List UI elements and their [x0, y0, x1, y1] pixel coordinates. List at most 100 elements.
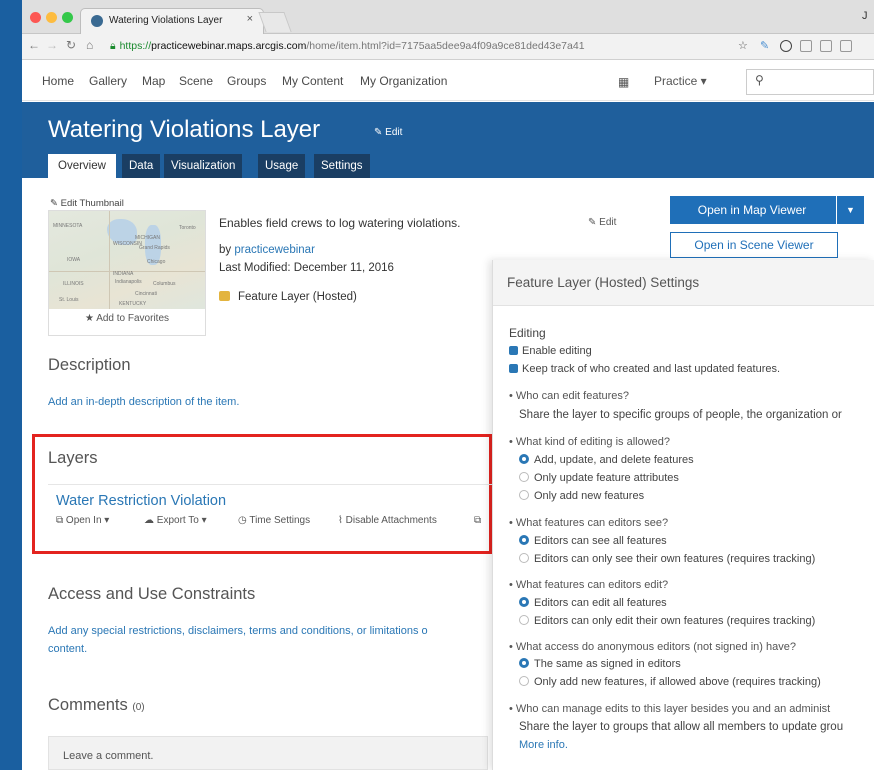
comment-input[interactable]: Leave a comment. [48, 736, 488, 770]
enable-editing-checkbox[interactable]: Enable editing [509, 345, 592, 357]
star-icon: ★ [84, 313, 97, 324]
who-can-edit-question: • Who can edit features? [509, 390, 630, 402]
editors-see-question: • What features can editors see? [509, 517, 669, 529]
radio-label: Editors can only see their own features … [534, 553, 816, 565]
item-banner: Watering Violations Layer ✎ Edit Overvie… [22, 102, 874, 178]
reload-icon[interactable]: ↻ [66, 38, 76, 52]
settings-panel-title: Feature Layer (Hosted) Settings [507, 275, 700, 290]
pencil-icon: ✎ [50, 198, 61, 209]
grid-icon[interactable]: ▦ [618, 75, 629, 89]
minimize-window-icon[interactable] [46, 12, 57, 23]
anonymous-access-question: • What access do anonymous editors (not … [509, 641, 796, 653]
tab-data[interactable]: Data [122, 154, 161, 178]
item-summary: Enables field crews to log watering viol… [219, 216, 461, 230]
manage-edits-question: • Who can manage edits to this layer bes… [509, 703, 831, 715]
nav-gallery[interactable]: Gallery [89, 74, 127, 88]
radio-unselected-icon [519, 553, 529, 563]
editing-heading: Editing [509, 326, 546, 340]
keep-track-checkbox[interactable]: Keep track of who created and last updat… [509, 363, 780, 375]
radio-selected-icon [519, 658, 529, 668]
export-to-menu[interactable]: ☁ Export To ▾ [144, 515, 207, 526]
map-label: Indianapolis [115, 279, 142, 285]
add-constraints-link-end[interactable]: content. [48, 643, 87, 655]
editing-kind-question: • What kind of editing is allowed? [509, 436, 670, 448]
address-bar-row: ← → ↻ ⌂ 🔒︎ https://practicewebinar.maps.a… [22, 34, 874, 60]
tab-visualization[interactable]: Visualization [164, 154, 243, 178]
url-field[interactable]: 🔒︎ https://practicewebinar.maps.arcgis.co… [110, 37, 750, 56]
open-external-icon: ⧉ [56, 515, 66, 526]
radio-edit-all[interactable]: Editors can edit all features [519, 597, 667, 609]
back-arrow-icon[interactable]: ← [28, 38, 40, 52]
comments-title: Comments [48, 696, 128, 714]
nav-scene[interactable]: Scene [179, 74, 213, 88]
disable-attachments-link[interactable]: ⌇ Disable Attachments [338, 515, 437, 526]
favicon-icon [91, 15, 103, 27]
search-icon: ⚲ [755, 73, 764, 87]
account-menu[interactable]: Practice ▾ [654, 74, 707, 88]
radio-see-own[interactable]: Editors can only see their own features … [519, 553, 815, 565]
search-input[interactable]: ⚲ [746, 69, 874, 95]
nav-home[interactable]: Home [42, 74, 74, 88]
browser-window: Watering Violations Layer × J ← → ↻ ⌂ 🔒︎… [22, 0, 874, 770]
checkbox-checked-icon [509, 346, 518, 355]
tab-close-icon[interactable]: × [247, 13, 253, 25]
add-to-favorites-button[interactable]: ★ Add to Favorites [49, 313, 205, 324]
radio-selected-icon [519, 597, 529, 607]
add-description-link[interactable]: Add an in-depth description of the item. [48, 396, 239, 408]
open-in-menu[interactable]: ⧉ Open In ▾ [56, 515, 109, 526]
pencil-icon: ✎ [588, 217, 600, 228]
more-info-link[interactable]: More info. [519, 739, 568, 751]
tab-usage[interactable]: Usage [258, 154, 306, 178]
radio-unselected-icon [519, 615, 529, 625]
map-label: MINNESOTA [53, 223, 83, 229]
edit-thumbnail-label: Edit Thumbnail [60, 198, 124, 209]
nav-map[interactable]: Map [142, 74, 165, 88]
open-in-scene-viewer-button[interactable]: Open in Scene Viewer [670, 232, 838, 258]
zoom-window-icon[interactable] [62, 12, 73, 23]
close-window-icon[interactable] [30, 12, 41, 23]
browser-tab[interactable]: Watering Violations Layer × [80, 8, 264, 34]
radio-anon-add-only[interactable]: Only add new features, if allowed above … [519, 676, 821, 688]
summary-edit-link[interactable]: ✎ Edit [588, 217, 616, 228]
radio-add-only[interactable]: Only add new features [519, 490, 644, 502]
time-settings-link[interactable]: ◷ Time Settings [238, 515, 310, 526]
extension-circle-icon[interactable] [780, 40, 792, 52]
bookmark-star-icon[interactable]: ☆ [738, 39, 748, 52]
radio-label: Add, update, and delete features [534, 454, 694, 466]
url-path: /home/item.html?id=7175aa5dee9a4f09a9ce8… [306, 40, 585, 52]
open-in-map-viewer-button[interactable]: Open in Map Viewer ▼ [670, 196, 864, 224]
map-label: WISCONSIN [113, 241, 142, 247]
disable-attachments-label: Disable Attachments [345, 515, 437, 526]
radio-see-all[interactable]: Editors can see all features [519, 535, 667, 547]
layer-name-link[interactable]: Water Restriction Violation [56, 493, 226, 509]
edit-thumbnail-link[interactable]: ✎ Edit Thumbnail [50, 198, 124, 209]
title-edit-link[interactable]: ✎ Edit [374, 127, 402, 138]
home-icon[interactable]: ⌂ [86, 38, 93, 52]
radio-same-as-signed-in[interactable]: The same as signed in editors [519, 658, 681, 670]
nav-groups[interactable]: Groups [227, 74, 266, 88]
tab-overview[interactable]: Overview [48, 154, 116, 178]
extension-download-icon[interactable] [820, 40, 832, 52]
radio-edit-own[interactable]: Editors can only edit their own features… [519, 615, 815, 627]
radio-unselected-icon [519, 472, 529, 482]
nav-my-content[interactable]: My Content [282, 74, 343, 88]
map-label: Grand Rapids [139, 245, 170, 251]
extension-pen-icon[interactable]: ✎ [760, 39, 769, 52]
add-constraints-link[interactable]: Add any special restrictions, disclaimer… [48, 625, 428, 637]
browser-tab-bar: Watering Violations Layer × J [22, 0, 874, 34]
owner-link[interactable]: practicewebinar [234, 244, 315, 256]
item-thumbnail: MINNESOTA WISCONSIN MICHIGAN Grand Rapid… [48, 210, 206, 336]
radio-add-update-delete[interactable]: Add, update, and delete features [519, 454, 694, 466]
nav-my-organization[interactable]: My Organization [360, 74, 447, 88]
browser-tab-title: Watering Violations Layer [109, 15, 223, 26]
chevron-down-icon[interactable]: ▼ [836, 196, 864, 224]
forward-arrow-icon[interactable]: → [46, 38, 58, 52]
more-tools-icon[interactable]: ⧉ [474, 515, 481, 526]
profile-initial[interactable]: J [862, 10, 868, 22]
tab-settings[interactable]: Settings [314, 154, 370, 178]
map-label: Chicago [147, 259, 166, 265]
radio-label: Only add new features [534, 490, 645, 502]
extension-box-icon[interactable] [800, 40, 812, 52]
extension-square-icon[interactable] [840, 40, 852, 52]
radio-update-attributes[interactable]: Only update feature attributes [519, 472, 679, 484]
